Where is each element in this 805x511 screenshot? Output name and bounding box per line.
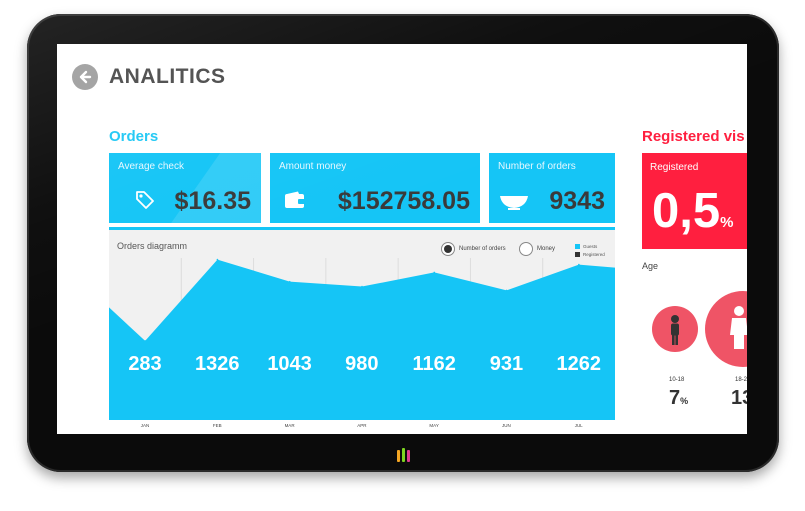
toggle-label: Money bbox=[537, 246, 556, 252]
age-group-18-circle[interactable] bbox=[705, 291, 747, 367]
chart-data-labels: 283 1326 1043 980 1162 931 1262 bbox=[109, 353, 615, 379]
age-value: 7% bbox=[669, 387, 688, 410]
wallet-icon bbox=[285, 191, 305, 208]
age-number: 13 bbox=[731, 387, 747, 409]
toggle-money[interactable]: Money bbox=[519, 242, 555, 256]
page-title: ANALITICS bbox=[109, 65, 226, 88]
registered-percent-value: 0,5% bbox=[652, 183, 733, 239]
bowl-icon bbox=[500, 196, 528, 210]
legend-swatch bbox=[575, 252, 580, 258]
series-area-guests bbox=[109, 259, 615, 420]
card-value: $16.35 bbox=[174, 187, 251, 215]
chart-legend: Guests Registered bbox=[575, 243, 605, 259]
amount-money-card[interactable]: Amount money $152758.05 bbox=[270, 153, 480, 223]
x-tick-mar: MAR bbox=[284, 423, 295, 428]
card-value: 9343 bbox=[549, 187, 605, 215]
toggle-label: Number of orders bbox=[459, 246, 506, 252]
child-figure-icon bbox=[671, 315, 679, 345]
toggle-number-of-orders[interactable]: Number of orders bbox=[441, 242, 506, 256]
registered-card[interactable]: Registered 0,5% bbox=[642, 153, 747, 249]
card-label: Number of orders bbox=[498, 161, 576, 172]
arrow-left-icon bbox=[79, 70, 92, 84]
average-check-card[interactable]: Average check $16.35 bbox=[109, 153, 261, 223]
data-label-apr: 980 bbox=[345, 353, 379, 375]
back-button[interactable] bbox=[72, 64, 98, 90]
app-screen: ANALITICS Orders Average check $16.35 Am… bbox=[57, 44, 747, 434]
card-label: Average check bbox=[118, 161, 184, 172]
data-point-may bbox=[433, 271, 436, 274]
orders-diagram: Orders diagramm Number of orders Money G… bbox=[109, 227, 615, 420]
age-number: 7 bbox=[669, 387, 681, 409]
age-range-label: 10-18 bbox=[669, 377, 685, 383]
legend-item-guests: Guests bbox=[575, 243, 605, 251]
orders-area-chart bbox=[109, 258, 615, 420]
data-label-jan: 283 bbox=[128, 353, 162, 375]
x-axis-labels: JAN FEB MAR APR MAY JUN JUL bbox=[109, 423, 615, 431]
data-point-jun bbox=[505, 289, 508, 292]
card-value: $152758.05 bbox=[337, 187, 470, 215]
card-label: Registered bbox=[650, 162, 699, 173]
diagram-title: Orders diagramm bbox=[117, 241, 188, 251]
data-point-jul bbox=[578, 263, 580, 266]
data-label-mar: 1043 bbox=[267, 353, 312, 375]
percent-sign: % bbox=[720, 214, 734, 231]
legend-swatch bbox=[575, 244, 580, 250]
data-label-jul: 1262 bbox=[556, 353, 601, 375]
data-point-mar bbox=[288, 280, 291, 283]
logo-bar bbox=[402, 448, 405, 462]
tablet-frame: ANALITICS Orders Average check $16.35 Am… bbox=[27, 14, 779, 472]
data-point-apr bbox=[361, 285, 363, 288]
logo-bar bbox=[397, 450, 400, 462]
x-tick-feb: FEB bbox=[212, 423, 222, 428]
x-tick-apr: APR bbox=[357, 423, 367, 428]
data-point-jan bbox=[144, 340, 146, 342]
logo-bar bbox=[407, 450, 410, 462]
orders-section-title: Orders bbox=[109, 128, 159, 145]
adult-figure-icon bbox=[730, 306, 747, 349]
x-tick-jul: JUL bbox=[574, 423, 583, 428]
data-label-feb: 1326 bbox=[195, 353, 240, 375]
price-tag-icon bbox=[136, 191, 154, 209]
data-label-may: 1162 bbox=[412, 353, 456, 375]
radio-selected-icon bbox=[441, 242, 455, 256]
age-unit: % bbox=[680, 396, 689, 406]
age-value: 13 bbox=[731, 387, 747, 410]
number-of-orders-card[interactable]: Number of orders 9343 bbox=[489, 153, 615, 223]
registered-section-title: Registered vis bbox=[642, 128, 745, 145]
age-range-label: 18-2 bbox=[735, 377, 747, 383]
big-number: 0,5 bbox=[652, 184, 721, 238]
data-point-feb bbox=[216, 258, 219, 261]
device-logo bbox=[394, 444, 414, 464]
x-tick-jun: JUN bbox=[502, 423, 511, 428]
radio-unselected-icon bbox=[519, 242, 533, 256]
x-tick-jan: JAN bbox=[140, 423, 150, 428]
legend-label: Guests bbox=[583, 244, 598, 249]
x-tick-may: MAY bbox=[429, 423, 439, 428]
age-group-10-18-circle[interactable] bbox=[652, 306, 698, 352]
age-title: Age bbox=[642, 261, 659, 271]
legend-label: Registered bbox=[583, 252, 605, 257]
card-label: Amount money bbox=[279, 161, 347, 172]
data-label-jun: 931 bbox=[489, 353, 524, 375]
